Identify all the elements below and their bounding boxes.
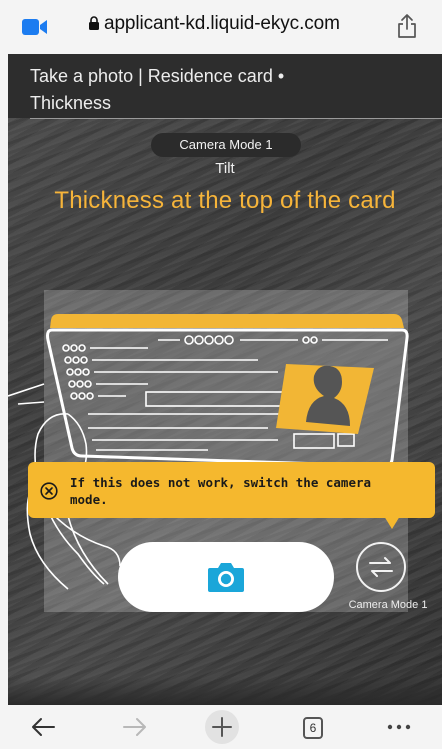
arrow-left-icon[interactable] — [28, 713, 58, 741]
camera-mode-label: Camera Mode 1 — [348, 599, 428, 611]
browser-address-bar: applicant-kd.liquid-ekyc.com — [0, 0, 442, 54]
warning-pointer — [384, 516, 400, 529]
switch-arrows-icon — [369, 557, 393, 577]
page-header: Take a photo | Residence card • Thicknes… — [8, 54, 442, 118]
lock-icon — [89, 16, 99, 30]
camera-capture-view: Take a photo | Residence card • Thicknes… — [8, 54, 442, 705]
browser-toolbar: 6 — [0, 705, 442, 749]
arrow-right-icon[interactable] — [120, 713, 150, 741]
warning-message: If this does not work, switch the camera… — [70, 475, 372, 507]
tilt-label: Tilt — [215, 160, 235, 177]
share-icon[interactable] — [396, 13, 418, 39]
switch-camera-mode-button[interactable] — [356, 542, 406, 592]
close-circle-icon — [40, 482, 58, 500]
capture-button[interactable] — [118, 542, 334, 612]
url-field[interactable]: applicant-kd.liquid-ekyc.com — [88, 13, 340, 35]
page-title: Take a photo | Residence card • Thicknes… — [30, 66, 285, 113]
camera-icon — [208, 563, 244, 592]
more-dots-icon[interactable] — [384, 713, 414, 741]
plus-icon[interactable] — [204, 709, 240, 745]
bottom-shade — [8, 677, 442, 705]
camera-mode-badge: Camera Mode 1 — [151, 133, 301, 157]
url-text: applicant-kd.liquid-ekyc.com — [104, 13, 340, 34]
tabs-icon[interactable]: 6 — [303, 717, 323, 739]
capture-instruction: Thickness at the top of the card — [54, 187, 396, 214]
facetime-video-icon[interactable] — [22, 18, 48, 36]
card-top-edge-highlight — [50, 314, 404, 328]
header-divider — [30, 118, 442, 119]
warning-banner: If this does not work, switch the camera… — [28, 462, 435, 529]
